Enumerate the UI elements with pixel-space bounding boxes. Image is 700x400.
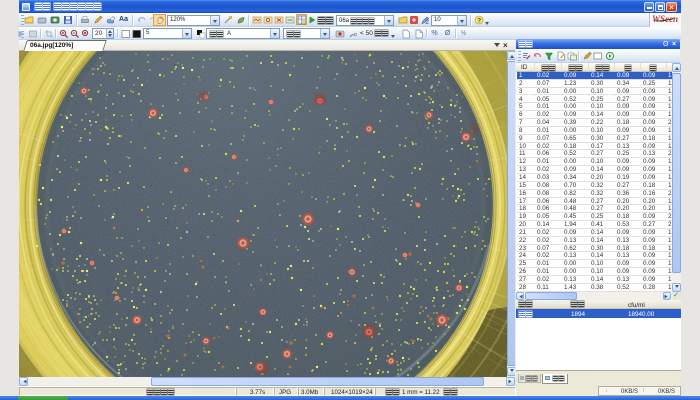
svg-text:?: ? [477,17,481,24]
svg-text:2: 2 [425,20,429,25]
